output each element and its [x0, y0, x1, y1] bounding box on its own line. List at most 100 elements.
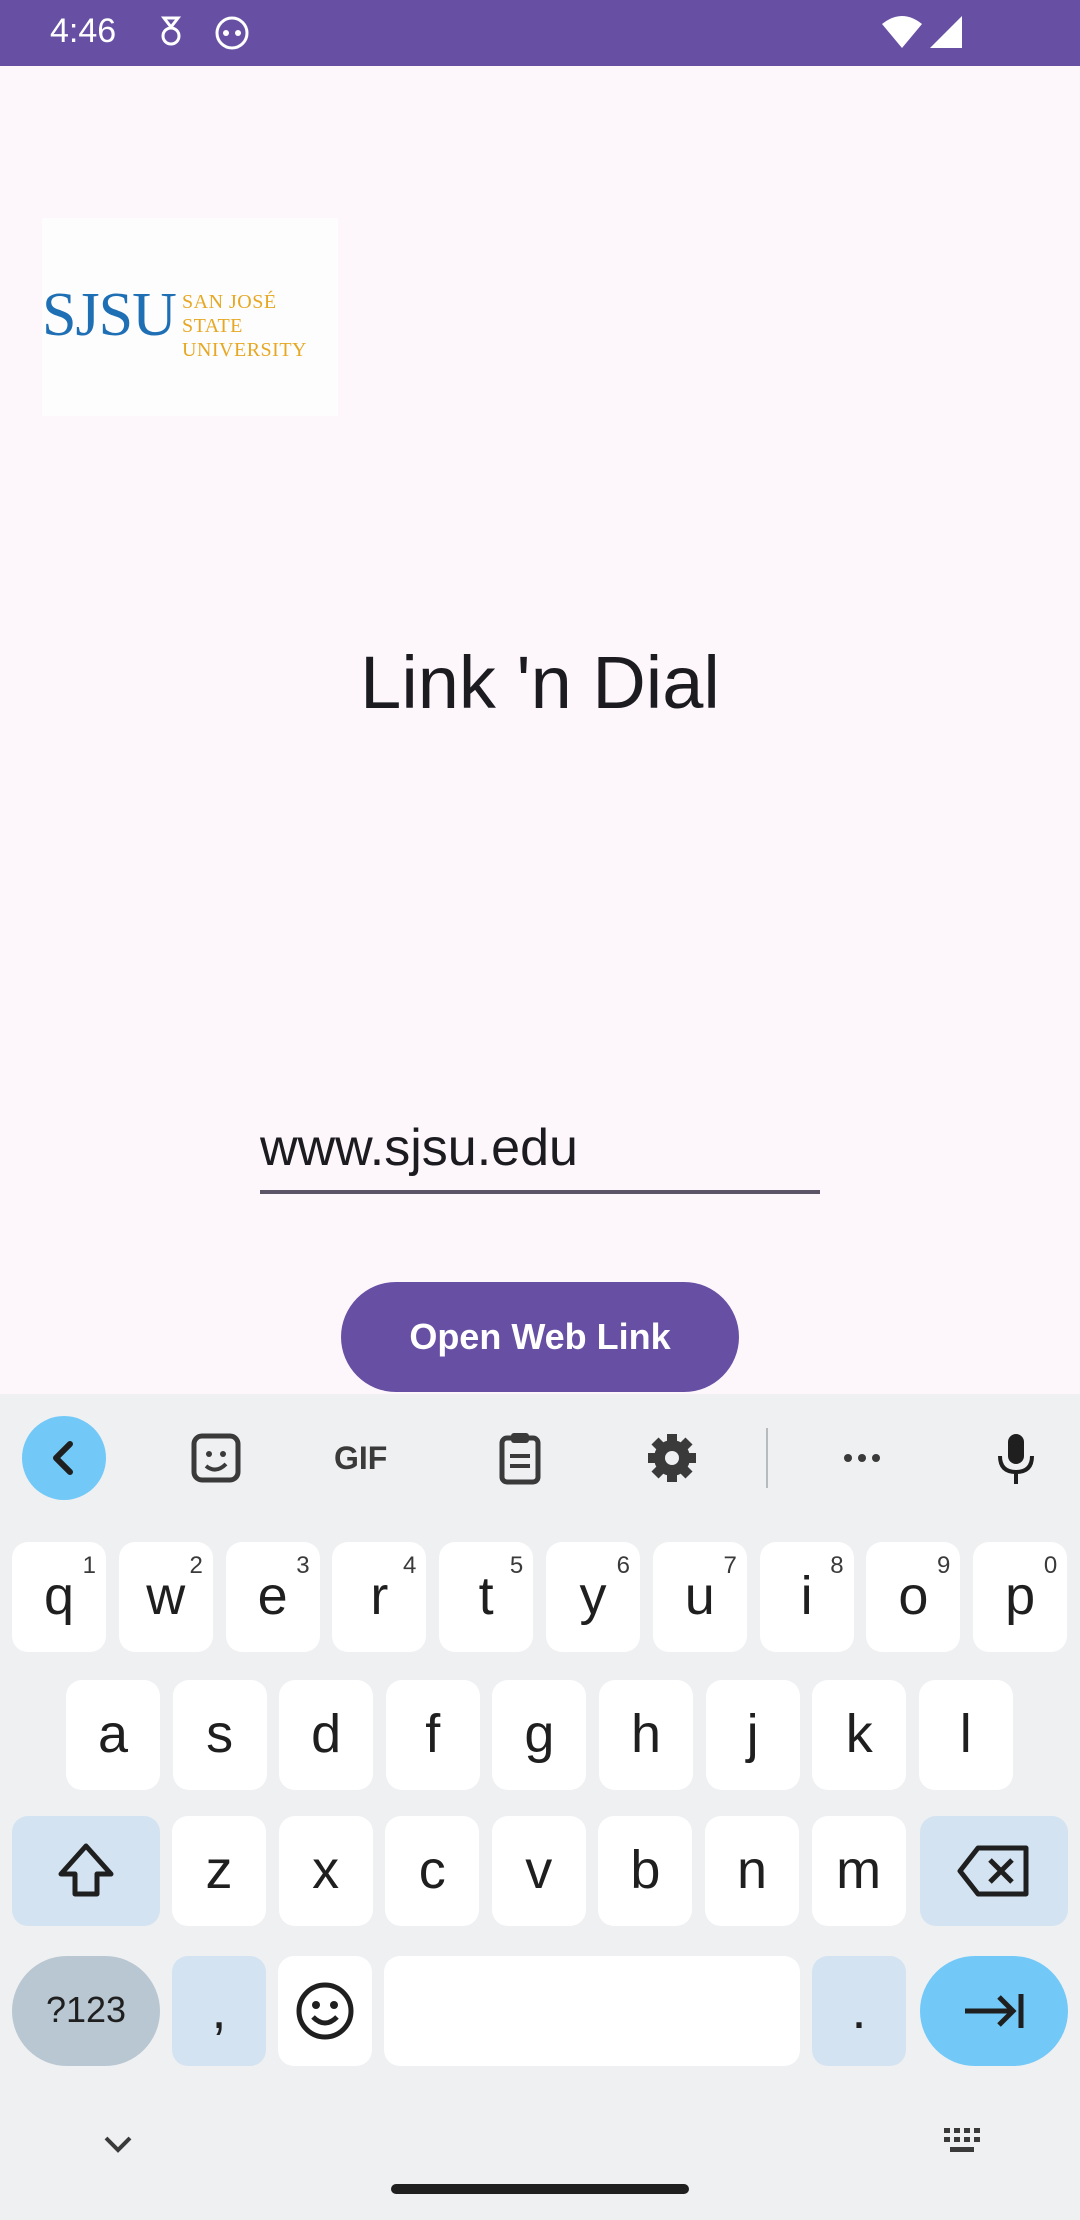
key-label: f — [425, 1704, 441, 1764]
sticker-icon[interactable] — [186, 1428, 246, 1488]
key-hint-number: 5 — [509, 1552, 524, 1579]
key-hint-number: 4 — [403, 1552, 417, 1579]
key-s[interactable]: s — [172, 1680, 267, 1790]
key-label: w — [146, 1566, 186, 1626]
key-p[interactable]: p0 — [973, 1542, 1068, 1652]
key-l[interactable]: l — [918, 1680, 1013, 1790]
key-label: b — [630, 1840, 661, 1900]
status-bar: 4:46 — [0, 0, 1080, 66]
logo-mark: SJSU — [42, 281, 177, 349]
key-label: o — [898, 1566, 929, 1626]
assistant-status-icon — [160, 16, 182, 46]
key-m[interactable]: m — [811, 1816, 906, 1926]
key-h[interactable]: h — [599, 1680, 693, 1790]
key-label: m — [836, 1840, 882, 1900]
key-q[interactable]: q1 — [12, 1542, 106, 1652]
key-z[interactable]: z — [172, 1816, 266, 1926]
key-o[interactable]: o9 — [866, 1542, 961, 1652]
clipboard-icon[interactable] — [490, 1428, 550, 1488]
key-u[interactable]: u7 — [652, 1542, 747, 1652]
more-icon[interactable] — [832, 1428, 892, 1488]
logo-line-2: UNIVERSITY — [182, 339, 307, 361]
emoji-icon — [296, 1982, 354, 2040]
key-i[interactable]: i8 — [759, 1542, 854, 1652]
shift-icon — [58, 1843, 114, 1897]
keyboard-back-button[interactable] — [22, 1416, 106, 1500]
back-icon — [53, 1441, 73, 1475]
key-hint-number: 6 — [616, 1552, 630, 1579]
backspace-key[interactable] — [920, 1816, 1068, 1926]
key-label: z — [205, 1840, 233, 1900]
logo-line-1: SAN JOSÉ STATE — [182, 291, 277, 337]
key-label: a — [97, 1704, 129, 1764]
key-label: r — [370, 1566, 389, 1626]
wifi-icon — [882, 16, 922, 48]
key-label: s — [206, 1704, 234, 1764]
symbols-key[interactable]: ?123 — [12, 1956, 160, 2066]
emoji-key[interactable] — [278, 1956, 372, 2066]
key-label: c — [418, 1840, 446, 1900]
key-label: g — [524, 1704, 555, 1764]
key-label: l — [959, 1704, 972, 1764]
enter-key[interactable] — [920, 1956, 1068, 2066]
period-key[interactable]: . — [812, 1956, 906, 2066]
keyboard-switch-icon[interactable] — [940, 2124, 986, 2160]
url-input[interactable] — [260, 1110, 820, 1186]
logo-text: SAN JOSÉ STATE UNIVERSITY — [182, 290, 338, 362]
key-label: j — [746, 1704, 759, 1764]
open-web-link-button[interactable]: Open Web Link — [341, 1282, 739, 1392]
key-n[interactable]: n — [705, 1816, 799, 1926]
key-hint-number: 7 — [723, 1552, 737, 1579]
backspace-icon — [957, 1845, 1029, 1897]
key-w[interactable]: w2 — [118, 1542, 213, 1652]
home-indicator[interactable] — [391, 2184, 689, 2194]
mic-icon[interactable] — [986, 1428, 1046, 1488]
key-a[interactable]: a — [66, 1680, 160, 1790]
key-label: u — [684, 1566, 715, 1626]
key-label: e — [257, 1566, 288, 1626]
key-hint-number: 2 — [189, 1552, 203, 1579]
key-d[interactable]: d — [279, 1680, 374, 1790]
settings-icon[interactable] — [642, 1428, 702, 1488]
gif-icon[interactable]: GIF — [334, 1428, 404, 1488]
key-r[interactable]: r4 — [332, 1542, 427, 1652]
key-t[interactable]: t5 — [439, 1542, 534, 1652]
status-time: 4:46 — [50, 12, 117, 50]
key-hint-number: 3 — [296, 1552, 310, 1579]
key-label: t — [478, 1566, 494, 1626]
space-key[interactable] — [384, 1956, 800, 2066]
key-label: d — [311, 1704, 342, 1764]
tab-arrow-icon — [965, 1994, 1024, 2028]
url-input-container[interactable] — [260, 1110, 820, 1194]
key-label: n — [736, 1840, 768, 1900]
key-v[interactable]: v — [491, 1816, 586, 1926]
key-label: x — [312, 1840, 340, 1900]
hide-keyboard-chevron-icon[interactable] — [98, 2130, 138, 2160]
key-x[interactable]: x — [278, 1816, 373, 1926]
toolbar-divider — [766, 1428, 768, 1488]
comma-key[interactable]: , — [172, 1956, 266, 2066]
key-j[interactable]: j — [705, 1680, 800, 1790]
key-label: v — [525, 1840, 553, 1900]
key-hint-number: 8 — [830, 1552, 844, 1579]
key-g[interactable]: g — [492, 1680, 587, 1790]
key-label: h — [630, 1704, 662, 1764]
key-label: k — [845, 1704, 873, 1764]
cell-signal-icon — [930, 16, 962, 48]
key-c[interactable]: c — [385, 1816, 480, 1926]
sjsu-logo: SJSU SAN JOSÉ STATE UNIVERSITY — [42, 218, 338, 416]
soft-keyboard: GIF ?123 , . q 1 w 2 e 3 r 4 t 5 y 6 u 7… — [0, 1394, 1080, 2220]
key-label: q — [43, 1566, 75, 1626]
key-e[interactable]: e3 — [225, 1542, 320, 1652]
key-b[interactable]: b — [598, 1816, 693, 1926]
key-f[interactable]: f — [385, 1680, 480, 1790]
key-hint-number: 9 — [937, 1552, 951, 1579]
key-y[interactable]: y6 — [546, 1542, 640, 1652]
key-hint-number: 0 — [1043, 1552, 1058, 1579]
key-label: i — [800, 1566, 813, 1626]
key-k[interactable]: k — [812, 1680, 907, 1790]
shift-key[interactable] — [12, 1816, 160, 1926]
key-label: y — [579, 1566, 607, 1626]
cat-face-icon — [215, 16, 249, 50]
app-title: Link 'n Dial — [360, 641, 720, 724]
